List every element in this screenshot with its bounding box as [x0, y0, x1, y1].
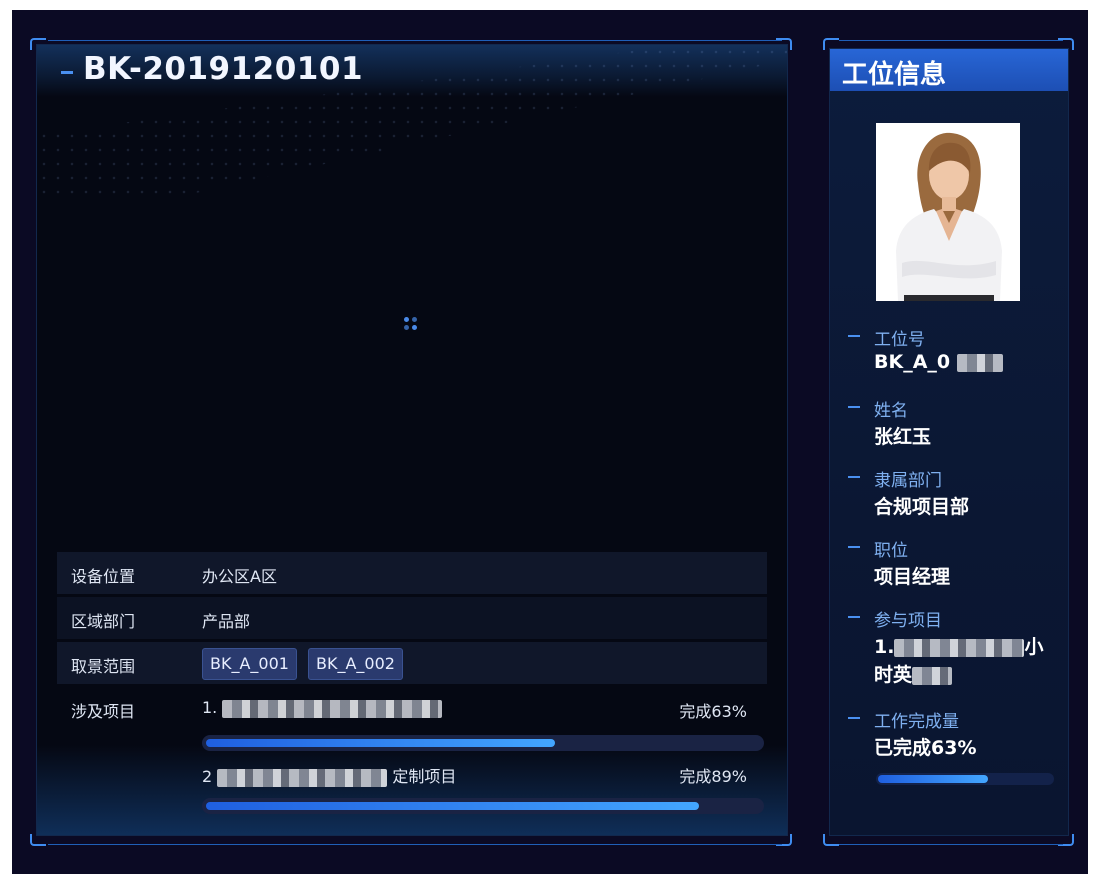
device-title: BK-2019120101: [83, 51, 364, 87]
department-label: 区域部门: [71, 612, 136, 631]
projects-row: 涉及项目 1. 完成63% 2 定制项目 完成89%: [57, 687, 767, 821]
redacted-text: [894, 638, 1025, 657]
workload-label: 工作完成量: [874, 712, 959, 732]
station-number-text: BK_A_0: [874, 351, 951, 373]
department-value: 合规项目部: [874, 496, 970, 518]
field-dash-icon: [848, 335, 860, 337]
station-number-label: 工位号: [874, 330, 925, 350]
name-label: 姓名: [874, 401, 908, 421]
redacted-text: [956, 353, 1003, 372]
station-number-value: BK_A_0: [874, 351, 1003, 373]
project-progress-bar: [202, 798, 764, 814]
employee-photo: [876, 123, 1020, 301]
divider: [48, 844, 782, 845]
station-info-panel: 工位信息 工位号 BK_A_0 姓名 张红玉 隶属部门 合规项目部 职位 项目经…: [829, 48, 1069, 836]
workload-progress-bar: [876, 773, 1054, 785]
field-dash-icon: [848, 406, 860, 408]
project-name-suffix: 定制项目: [392, 767, 457, 786]
field-dash-icon: [848, 616, 860, 618]
project-name: 1.: [202, 698, 443, 718]
device-info-table: 设备位置 办公区A区 区域部门 产品部 取景范围 BK_A_001 BK_A_0…: [57, 552, 767, 821]
table-row: 区域部门 产品部: [57, 597, 767, 639]
project-name-prefix: 1.: [202, 698, 218, 717]
name-value: 张红玉: [874, 426, 932, 448]
participating-projects-line1: 1. 小: [874, 632, 1043, 659]
project-progress-fill: [206, 802, 700, 810]
station-panel-title: 工位信息: [842, 60, 947, 90]
loading-spinner-icon: [404, 317, 420, 333]
projects-line1-end: 小: [1024, 636, 1044, 658]
person-photo-icon: [876, 123, 1020, 301]
department-value: 产品部: [202, 612, 251, 631]
divider: [48, 40, 782, 41]
position-label: 职位: [874, 541, 908, 561]
redacted-text: [217, 768, 388, 787]
project-progress-bar: [202, 735, 764, 751]
divider: [839, 40, 1063, 41]
redacted-text: [912, 666, 953, 685]
position-value: 项目经理: [874, 566, 951, 588]
project-progress-fill: [206, 739, 556, 747]
field-dash-icon: [848, 546, 860, 548]
project-name: 2 定制项目: [202, 763, 456, 787]
projects-line2-text: 时英: [874, 664, 913, 686]
station-panel-header: 工位信息: [830, 49, 1068, 91]
location-label: 设备位置: [71, 567, 136, 586]
project-status: 完成89%: [679, 767, 747, 786]
location-value: 办公区A区: [202, 567, 277, 586]
table-row: 取景范围 BK_A_001 BK_A_002: [57, 642, 767, 684]
table-row: 设备位置 办公区A区: [57, 552, 767, 594]
field-dash-icon: [848, 476, 860, 478]
redacted-text: [222, 699, 443, 718]
project-status: 完成63%: [679, 702, 747, 721]
workload-progress-fill: [878, 775, 988, 783]
title-dash-icon: [61, 71, 73, 74]
projects-label: 涉及项目: [71, 702, 136, 721]
projects-line1-text: 1.: [874, 636, 895, 658]
project-name-prefix: 2: [202, 767, 213, 786]
view-range-tag[interactable]: BK_A_002: [308, 648, 403, 680]
view-range-label: 取景范围: [71, 657, 136, 676]
field-dash-icon: [848, 717, 860, 719]
workload-value: 已完成63%: [874, 737, 977, 759]
participating-projects-line2: 时英: [874, 660, 953, 687]
view-range-tag[interactable]: BK_A_001: [202, 648, 297, 680]
divider: [839, 844, 1063, 845]
device-panel: BK-2019120101 设备位置 办公区A区 区域部门 产品部 取景范围 B…: [36, 44, 788, 836]
department-label: 隶属部门: [874, 471, 942, 491]
participating-projects-label: 参与项目: [874, 611, 942, 631]
